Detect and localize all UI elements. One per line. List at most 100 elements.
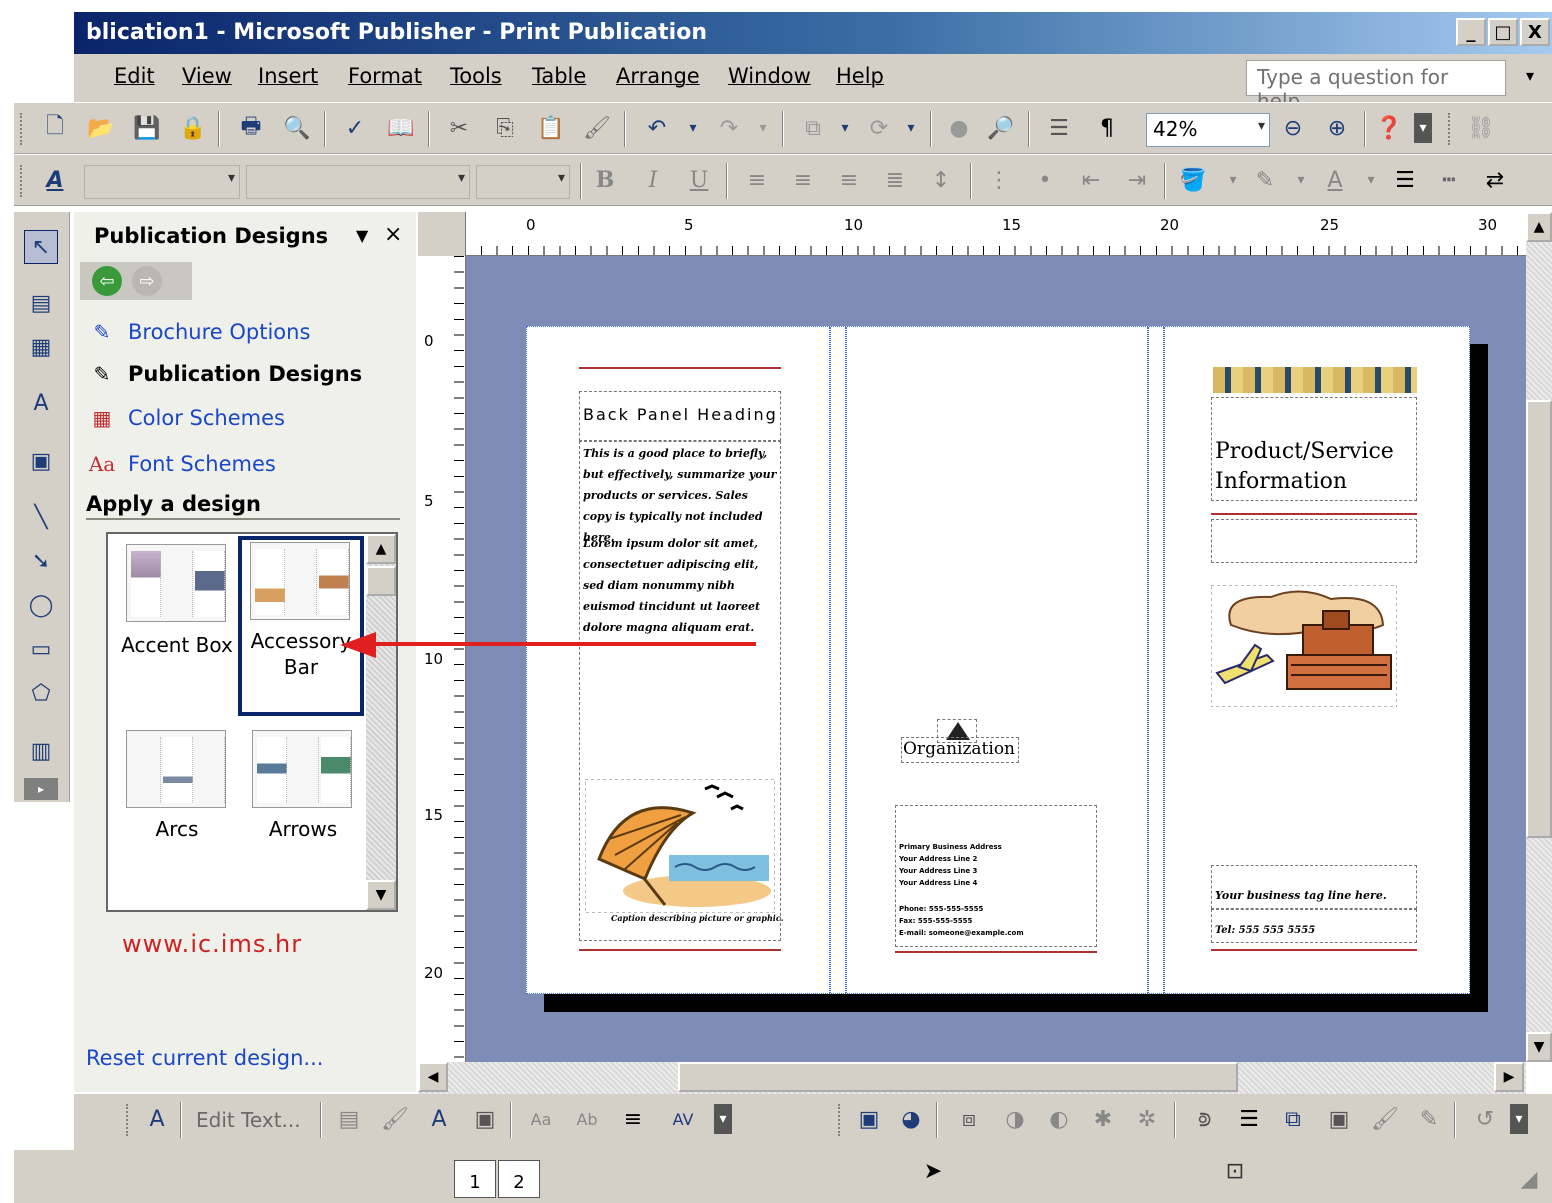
line-color-dropdown-icon[interactable]: ▾ xyxy=(1286,165,1316,195)
align-left-icon[interactable]: ≡ xyxy=(742,165,772,195)
more-brightness-icon[interactable]: ✱ xyxy=(1088,1104,1118,1134)
text-box-icon[interactable]: ▤ xyxy=(24,286,58,320)
bullets-icon[interactable]: • xyxy=(1030,165,1060,195)
gallery-scrollbar[interactable]: ▲ ▼ xyxy=(366,534,396,910)
paste-icon[interactable]: 📋 xyxy=(536,113,566,143)
line-style-icon[interactable]: ☰ xyxy=(1234,1104,1264,1134)
text-wrap-icon[interactable]: ▣ xyxy=(1324,1104,1354,1134)
design-accessory-bar[interactable]: Accessory Bar xyxy=(238,536,364,716)
redo-icon[interactable]: ↷ xyxy=(714,113,744,143)
fill-color-dropdown-icon[interactable]: ▾ xyxy=(1218,165,1248,195)
edit-text-button[interactable]: Edit Text... xyxy=(196,1108,301,1132)
scroll-left-icon[interactable]: ◀ xyxy=(418,1062,448,1092)
forward-arrow-icon[interactable]: ⇨ xyxy=(132,266,162,296)
toolbar-grip[interactable] xyxy=(20,165,24,197)
beach-umbrella-clipart[interactable] xyxy=(585,779,775,913)
back-arrow-icon[interactable]: ⇦ xyxy=(92,266,122,296)
dash-style-icon[interactable]: ┅ xyxy=(1434,165,1464,195)
scroll-down-icon[interactable]: ▼ xyxy=(1526,1032,1552,1062)
format-painter-icon[interactable]: 🖌 xyxy=(582,113,612,143)
toolbar-options-icon[interactable]: ▾ xyxy=(1510,1104,1528,1134)
menu-view[interactable]: View xyxy=(182,64,232,88)
line-color-icon[interactable]: ✎ xyxy=(1250,165,1280,195)
line-spacing-icon[interactable]: ↕ xyxy=(926,165,956,195)
scroll-thumb[interactable] xyxy=(678,1062,1238,1092)
underline-button[interactable]: U xyxy=(684,165,714,195)
open-folder-icon[interactable]: 📂 xyxy=(86,113,116,143)
rectangle-tool-icon[interactable]: ▭ xyxy=(24,632,58,666)
horizontal-ruler[interactable]: 0 5 10 15 20 25 30 xyxy=(418,212,1526,256)
menu-arrange[interactable]: Arrange xyxy=(616,64,700,88)
menu-table[interactable]: Table xyxy=(532,64,586,88)
scroll-thumb[interactable] xyxy=(1526,400,1552,838)
text-wrapping-icon[interactable]: ▣ xyxy=(470,1104,500,1134)
new-document-icon[interactable]: 🗋 xyxy=(40,113,70,143)
save-icon[interactable]: 💾 xyxy=(132,113,162,143)
decrease-indent-icon[interactable]: ⇤ xyxy=(1076,165,1106,195)
numbering-icon[interactable]: ⋮ xyxy=(984,165,1014,195)
bring-to-front-icon[interactable]: ⧉ xyxy=(798,113,828,143)
menu-format[interactable]: Format xyxy=(348,64,422,88)
close-icon[interactable]: × xyxy=(384,222,402,247)
toolbar-options-icon[interactable]: ▾ xyxy=(714,1104,732,1134)
design-arcs[interactable]: Arcs xyxy=(114,724,240,904)
wordart-shape-icon[interactable]: A xyxy=(424,1104,454,1134)
compress-picture-icon[interactable]: ⧉ xyxy=(1278,1104,1308,1134)
undo-icon[interactable]: ↶ xyxy=(642,113,672,143)
toolbar-options-icon[interactable]: ▾ xyxy=(1414,113,1432,143)
select-pointer-icon[interactable]: ↖ xyxy=(24,230,58,264)
character-spacing-icon[interactable]: AV xyxy=(668,1104,698,1134)
same-letter-heights-icon[interactable]: Aa xyxy=(526,1104,556,1134)
print-icon[interactable]: 🖶 xyxy=(236,113,266,143)
publication-designs-link[interactable]: ✎ Publication Designs xyxy=(88,360,363,388)
menu-insert[interactable]: Insert xyxy=(258,64,318,88)
copy-icon[interactable]: ⎘ xyxy=(490,113,520,143)
cut-icon[interactable]: ✂ xyxy=(444,113,474,143)
line-style-icon[interactable]: ☰ xyxy=(1390,165,1420,195)
more-contrast-icon[interactable]: ◑ xyxy=(1000,1104,1030,1134)
font-color-button[interactable]: A xyxy=(1320,165,1350,195)
font-size-select[interactable]: ▾ xyxy=(476,165,570,199)
horizontal-scrollbar[interactable]: ◀ ▶ xyxy=(418,1062,1526,1094)
maximize-button[interactable]: □ xyxy=(1488,18,1518,46)
insert-table-icon[interactable]: ▦ xyxy=(24,330,58,364)
toolbar-grip[interactable] xyxy=(1448,113,1452,145)
brochure-page[interactable]: Back Panel Heading This is a good place … xyxy=(526,326,1470,994)
bold-button[interactable]: B xyxy=(590,165,620,195)
toolbar-grip[interactable] xyxy=(126,1104,130,1136)
publication-canvas[interactable]: Back Panel Heading This is a good place … xyxy=(376,256,1526,1062)
vertical-scrollbar[interactable]: ▲ ▼ xyxy=(1526,212,1552,1062)
wordart-gallery-icon[interactable]: ▤ xyxy=(334,1104,364,1134)
toolbar-grip[interactable] xyxy=(20,113,24,145)
wordart-icon[interactable]: A xyxy=(24,386,58,420)
research-icon[interactable]: 📖 xyxy=(386,113,416,143)
hyperlink-icon[interactable]: ⛓ xyxy=(1466,113,1496,143)
minimize-button[interactable]: _ xyxy=(1456,18,1486,46)
rotate-dropdown-icon[interactable]: ▾ xyxy=(896,113,926,143)
rotate-icon[interactable]: ⟳ xyxy=(864,113,894,143)
menu-help[interactable]: Help xyxy=(836,64,884,88)
print-preview-icon[interactable]: 🔍 xyxy=(282,113,312,143)
help-icon[interactable]: ❓ xyxy=(1374,113,1404,143)
scroll-down-icon[interactable]: ▼ xyxy=(366,880,396,910)
picture-frame-icon[interactable]: ▣ xyxy=(24,444,58,478)
scroll-right-icon[interactable]: ▶ xyxy=(1494,1062,1524,1092)
color-schemes-link[interactable]: ▦ Color Schemes xyxy=(88,404,285,432)
undo-dropdown-icon[interactable]: ▾ xyxy=(678,113,708,143)
permission-icon[interactable]: 🔒 xyxy=(178,113,208,143)
arrow-style-icon[interactable]: ⇄ xyxy=(1480,165,1510,195)
page-2-tab[interactable]: 2 xyxy=(498,1160,540,1198)
autoshapes-icon[interactable]: ⬠ xyxy=(24,676,58,710)
menu-window[interactable]: Window xyxy=(728,64,811,88)
style-select[interactable]: ▾ xyxy=(84,165,240,199)
arrow-tool-icon[interactable]: ➘ xyxy=(24,544,58,578)
scroll-up-icon[interactable]: ▲ xyxy=(1526,212,1552,242)
styles-icon[interactable]: A xyxy=(40,165,70,195)
format-wordart-icon[interactable]: 🖌 xyxy=(380,1104,410,1134)
crop-icon[interactable]: ⧈ xyxy=(954,1104,984,1134)
resize-grip-icon[interactable]: ◢ xyxy=(1514,1164,1544,1194)
font-color-dropdown-icon[interactable]: ▾ xyxy=(1356,165,1386,195)
scroll-thumb[interactable] xyxy=(366,566,396,596)
zoom-preview-icon[interactable]: 🔎 xyxy=(986,113,1016,143)
vertical-ruler[interactable]: 0 5 10 15 20 xyxy=(418,256,466,1062)
